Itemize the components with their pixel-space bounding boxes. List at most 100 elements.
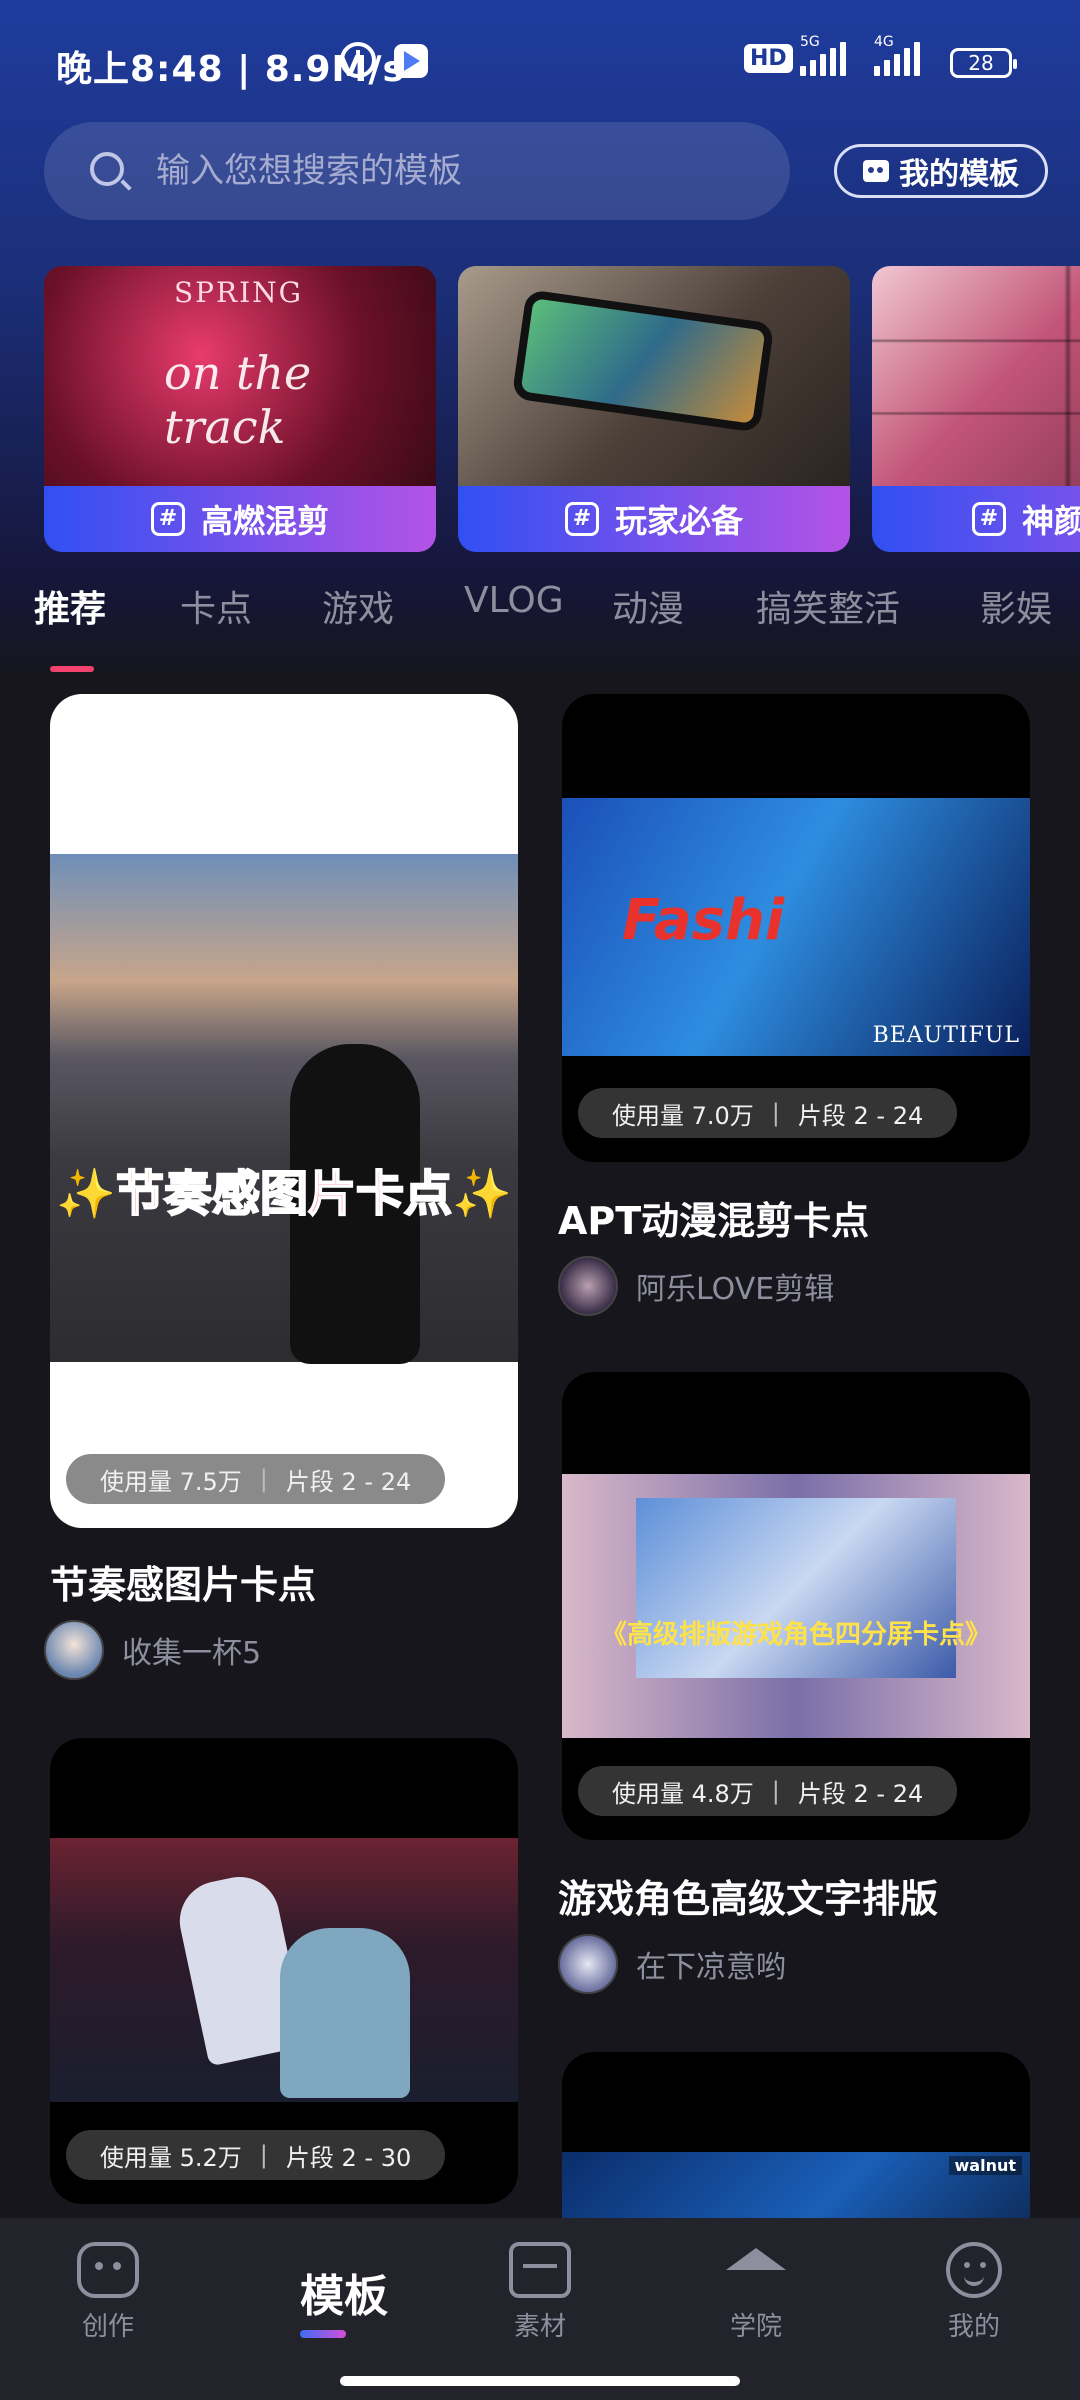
thumbnail-subtext: BEAUTIFUL [872,1023,1020,1048]
avatar [44,1620,104,1680]
author-name: 阿乐LOVE剪辑 [636,1272,835,1307]
banner-image [872,266,1080,486]
anime-figure [280,1928,410,2098]
character-image [636,1498,956,1678]
my-templates-label: 我的模板 [899,157,1019,192]
search-bar[interactable] [44,122,790,220]
template-thumbnail: 《高级排版游戏角色四分屏卡点》 [562,1474,1030,1738]
alarm-icon [340,42,376,78]
profile-icon [946,2242,1002,2298]
avatar [558,1256,618,1316]
banner-label: # 玩家必备 [458,486,850,552]
phone-gaming-image [511,289,775,433]
nav-academy-label: 学院 [729,2312,782,2342]
nav-academy[interactable]: 学院 [686,2242,826,2343]
banner-label-text: 高燃混剪 [200,502,329,540]
tab-beat[interactable]: 卡点 [180,580,252,632]
bottom-navigation: 创作 素材 学院 我的 [0,2218,1080,2400]
thumbnail-overlay-text: Fashi [622,888,785,953]
usage-badge: 使用量 7.5万 | 片段 2 - 24 [66,1454,446,1504]
banner-image: SPRING on the track [44,266,436,486]
template-card[interactable]: 使用量 5.2万 | 片段 2 - 30 [50,1738,518,2204]
nav-templates[interactable]: 模板 [264,2260,424,2324]
banner-art-text: on the track [164,346,312,454]
photo-grid [872,266,1080,486]
tab-game[interactable]: 游戏 [322,580,394,632]
segment-range: 片段 2 - 24 [285,1467,412,1496]
author-name: 在下凉意哟 [636,1950,786,1985]
tab-funny[interactable]: 搞笑整活 [756,580,900,632]
usage-count: 使用量 5.2万 [100,2143,242,2172]
divider: | [259,1465,268,1493]
banner-label-text: 神颜 [1022,502,1080,540]
signal-5g-icon: 5G [800,34,846,76]
search-icon [90,152,124,186]
nav-active-indicator [300,2330,346,2338]
tab-vlog[interactable]: VLOG [464,580,564,621]
template-icon [863,160,889,182]
segment-range: 片段 2 - 24 [797,1779,924,1808]
template-author[interactable]: 在下凉意哟 [558,1934,786,1994]
segment-range: 片段 2 - 24 [797,1101,924,1130]
template-card[interactable]: Fashi BEAUTIFUL 使用量 7.0万 | 片段 2 - 24 [562,694,1030,1162]
thumbnail-overlay-text: ✨节奏感图片卡点✨ [55,1165,513,1223]
signal-4g-icon: 4G [874,34,920,76]
hashtag-icon: # [564,502,599,536]
hashtag-icon: # [150,502,185,536]
template-thumbnail: Fashi BEAUTIFUL [562,798,1030,1056]
banner-carousel[interactable]: SPRING on the track # 高燃混剪 # 玩家必备 # 神颜 [44,266,1080,552]
template-title[interactable]: APT动漫混剪卡点 [558,1190,869,1245]
usage-badge: 使用量 5.2万 | 片段 2 - 30 [66,2130,446,2180]
hd-badge: HD [744,44,793,73]
avatar [558,1934,618,1994]
tab-anime[interactable]: 动漫 [612,580,684,632]
nav-create-label: 创作 [81,2312,134,2342]
template-card[interactable]: ✨节奏感图片卡点✨ 使用量 7.5万 | 片段 2 - 24 [50,694,518,1528]
template-author[interactable]: 收集一杯5 [44,1620,261,1680]
divider: | [259,2141,268,2169]
home-indicator[interactable] [340,2376,740,2386]
usage-badge: 使用量 4.8万 | 片段 2 - 24 [578,1766,958,1816]
usage-count: 使用量 4.8万 [612,1779,754,1808]
divider: | [771,1099,780,1127]
battery-icon: 28 [950,48,1017,78]
nav-material-label: 素材 [513,2312,566,2342]
banner-label: # 高燃混剪 [44,486,436,552]
nav-mine-label: 我的 [947,2312,1000,2342]
usage-badge: 使用量 7.0万 | 片段 2 - 24 [578,1088,958,1138]
segment-range: 片段 2 - 30 [285,2143,412,2172]
tab-entertainment[interactable]: 影娱 [980,580,1052,632]
signal-5g-label: 5G [800,34,820,50]
template-title[interactable]: 游戏角色高级文字排版 [558,1868,938,1923]
academy-icon [726,2248,786,2270]
hashtag-icon: # [972,502,1006,536]
signal-4g-label: 4G [874,34,894,50]
search-input[interactable] [156,142,756,200]
banner-label-text: 玩家必备 [614,502,743,540]
material-icon [509,2242,571,2298]
nav-mine[interactable]: 我的 [904,2242,1044,2343]
author-name: 收集一杯5 [122,1636,262,1671]
status-bar: 晚上8:48 | 8.9M/s HD 5G 4G 28 [0,0,1080,120]
tab-recommend[interactable]: 推荐 [34,580,106,632]
play-store-icon [394,44,428,78]
nav-create[interactable]: 创作 [38,2242,178,2343]
banner-card[interactable]: # 神颜 [872,266,1080,552]
usage-count: 使用量 7.0万 [612,1101,754,1130]
divider: | [771,1777,780,1805]
template-card[interactable]: 《高级排版游戏角色四分屏卡点》 使用量 4.8万 | 片段 2 - 24 [562,1372,1030,1840]
template-author[interactable]: 阿乐LOVE剪辑 [558,1256,834,1316]
nav-material[interactable]: 素材 [470,2242,610,2343]
banner-card[interactable]: # 玩家必备 [458,266,850,552]
banner-card[interactable]: SPRING on the track # 高燃混剪 [44,266,436,552]
thumbnail-overlay-text: 《高级排版游戏角色四分屏卡点》 [600,1620,991,1650]
template-thumbnail: ✨节奏感图片卡点✨ [50,854,518,1364]
watermark-text: walnut [948,2156,1022,2175]
active-tab-indicator [50,666,94,672]
template-title[interactable]: 节奏感图片卡点 [50,1554,316,1609]
category-tabs: 推荐 卡点 游戏 VLOG 动漫 搞笑整活 影娱 [0,580,1080,670]
banner-art-title: SPRING [174,276,304,309]
usage-count: 使用量 7.5万 [100,1467,242,1496]
my-templates-button[interactable]: 我的模板 [834,144,1048,198]
create-icon [77,2242,139,2298]
